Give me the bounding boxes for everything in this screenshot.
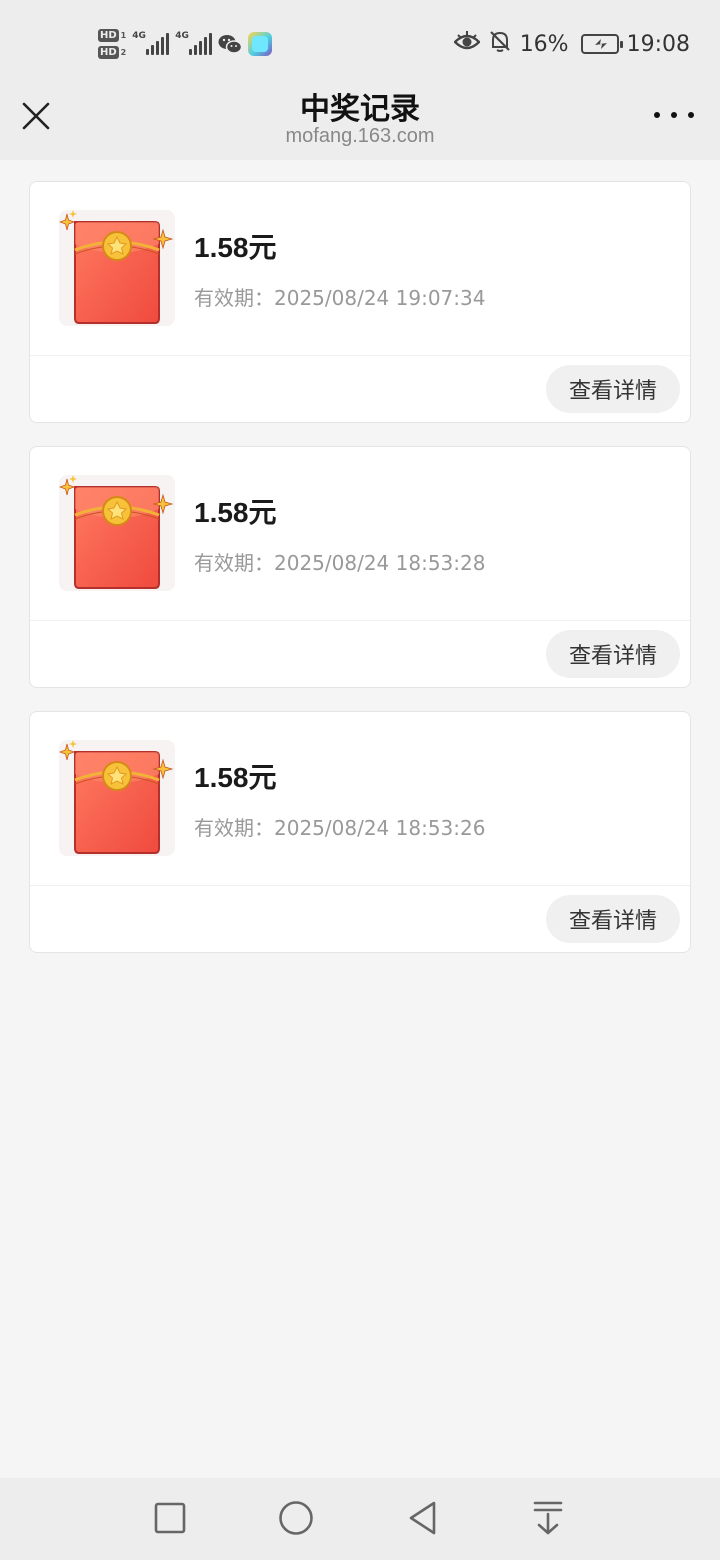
prize-record-list: 1.58元 有效期：2025/08/24 19:07:34 查看详情 1.58元… xyxy=(29,181,691,976)
card-divider xyxy=(30,885,690,886)
prize-amount: 1.58元 xyxy=(194,497,277,528)
red-envelope-icon xyxy=(59,475,175,591)
prize-record-card: 1.58元 有效期：2025/08/24 19:07:34 查看详情 xyxy=(29,181,691,423)
system-nav-bar xyxy=(0,1478,720,1560)
hd-icon: HD 1 HD 2 xyxy=(98,29,126,59)
battery-charging-icon xyxy=(580,34,623,54)
page-header: 中奖记录 mofang.163.com xyxy=(0,80,720,160)
view-details-button[interactable]: 查看详情 xyxy=(546,365,680,413)
prize-validity: 有效期：2025/08/24 19:07:34 xyxy=(194,286,486,310)
prize-amount: 1.58元 xyxy=(194,232,277,263)
status-right: 16% 19:08 xyxy=(452,28,690,60)
view-details-button[interactable]: 查看详情 xyxy=(546,895,680,943)
back-icon xyxy=(409,1501,436,1535)
card-divider xyxy=(30,620,690,621)
battery-percent: 16% xyxy=(519,31,569,57)
hd-label-1: HD xyxy=(98,29,119,42)
prize-validity: 有效期：2025/08/24 18:53:26 xyxy=(194,816,486,840)
prize-validity: 有效期：2025/08/24 18:53:28 xyxy=(194,551,486,575)
network-label-1: 4G xyxy=(132,31,146,41)
prize-record-card: 1.58元 有效期：2025/08/24 18:53:26 查看详情 xyxy=(29,711,691,953)
home-icon xyxy=(279,1501,313,1535)
page-title: 中奖记录 xyxy=(300,92,420,127)
network-label-2: 4G xyxy=(175,31,189,41)
signal-icon: 4G xyxy=(132,31,170,55)
card-divider xyxy=(30,355,690,356)
eye-icon xyxy=(452,30,481,58)
red-envelope-icon xyxy=(59,740,175,856)
clock-time: 19:08 xyxy=(626,31,690,57)
status-left: HD 1 HD 2 4G 4G xyxy=(98,24,273,64)
page-domain: mofang.163.com xyxy=(285,125,435,147)
notification-pull-button[interactable] xyxy=(528,1498,568,1538)
bell-off-icon xyxy=(488,29,512,59)
home-button[interactable] xyxy=(276,1498,316,1538)
hd-sim-2: 2 xyxy=(120,48,127,57)
recent-apps-icon xyxy=(154,1502,186,1534)
notification-pull-icon xyxy=(533,1501,563,1535)
back-button[interactable] xyxy=(402,1498,442,1538)
more-icon xyxy=(654,112,660,118)
red-envelope-icon xyxy=(59,210,175,326)
more-button[interactable] xyxy=(654,100,694,130)
view-details-button[interactable]: 查看详情 xyxy=(546,630,680,678)
prize-record-card: 1.58元 有效期：2025/08/24 18:53:28 查看详情 xyxy=(29,446,691,688)
hd-sim-1: 1 xyxy=(120,31,127,40)
status-bar: HD 1 HD 2 4G 4G 16% 19:08 xyxy=(0,0,720,80)
wechat-icon xyxy=(218,33,243,55)
hd-label-2: HD xyxy=(98,46,119,59)
app-icon xyxy=(248,32,273,56)
prize-amount: 1.58元 xyxy=(194,762,277,793)
recent-apps-button[interactable] xyxy=(150,1498,190,1538)
signal-icon-2: 4G xyxy=(175,31,213,55)
